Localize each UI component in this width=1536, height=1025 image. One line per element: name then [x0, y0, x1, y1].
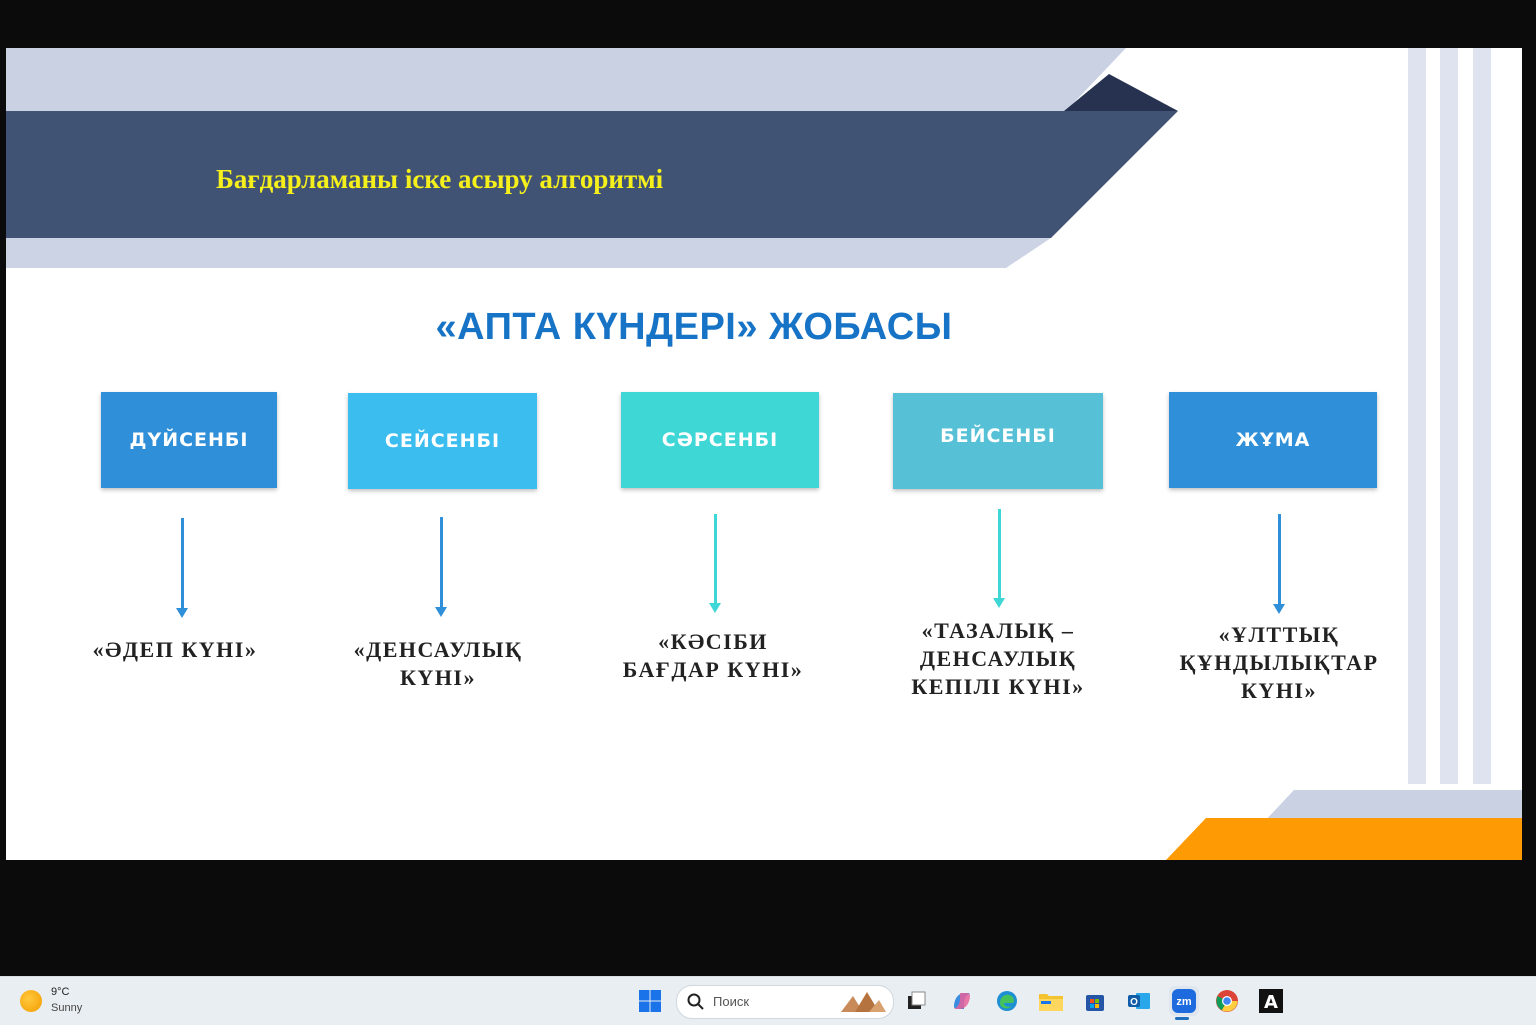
search-highlight-icon	[841, 992, 886, 1012]
search-icon	[687, 993, 704, 1010]
day-box-wednesday: СӘРСЕНБІ	[621, 392, 819, 488]
taskbar: 9°C Sunny Поиск O zm A	[0, 976, 1536, 1025]
search-placeholder: Поиск	[713, 994, 750, 1009]
outlook-icon[interactable]: O	[1125, 987, 1153, 1015]
slide-title: Бағдарламаны іске асыру алгоритмі	[216, 164, 664, 194]
active-app-indicator	[1175, 1017, 1189, 1020]
font-app-icon[interactable]: A	[1257, 987, 1285, 1015]
header-band-bottom	[6, 238, 1051, 268]
day-box-monday: ДҮЙСЕНБІ	[101, 392, 277, 488]
label-wednesday: «КӘСІБИ БАҒДАР КҮНІ»	[622, 629, 804, 682]
zoom-icon[interactable]: zm	[1169, 986, 1199, 1016]
arrow-monday	[176, 518, 188, 618]
label-monday: «ӘДЕП КҮНІ»	[92, 637, 258, 662]
zoom-letters: zm	[1176, 996, 1192, 1008]
outlook-letter: O	[1130, 997, 1138, 1008]
file-explorer-icon[interactable]	[1037, 987, 1065, 1015]
font-app-letter: A	[1264, 992, 1278, 1013]
sun-icon	[20, 990, 42, 1012]
deco-stripe-2	[1440, 48, 1458, 784]
arrow-friday	[1273, 514, 1285, 614]
day-box-tuesday: СЕЙСЕНБІ	[348, 393, 537, 489]
start-icon[interactable]	[636, 987, 664, 1015]
label-friday: «ҰЛТТЫҚ ҚҰНДЫЛЫҚТАР КҮНІ»	[1179, 622, 1379, 703]
header-band-light	[6, 48, 1126, 111]
store-icon[interactable]	[1081, 987, 1109, 1015]
weather-condition: Sunny	[51, 1002, 83, 1014]
edge-icon[interactable]	[993, 987, 1021, 1015]
slide: Бағдарламаны іске асыру алгоритмі «АПТА …	[6, 48, 1522, 860]
task-view-icon[interactable]	[902, 987, 930, 1015]
arrow-tuesday	[435, 517, 447, 617]
deco-stripe-3	[1473, 48, 1491, 784]
search-input[interactable]: Поиск	[676, 985, 894, 1019]
weather-temperature: 9°C	[51, 986, 70, 998]
footer-band-orange	[1166, 818, 1522, 860]
chrome-icon[interactable]	[1213, 987, 1241, 1015]
arrow-thursday	[993, 509, 1005, 608]
arrow-wednesday	[709, 514, 721, 613]
project-title: «АПТА КҮНДЕРІ» ЖОБАСЫ	[435, 306, 953, 348]
weather-widget[interactable]: 9°C Sunny	[18, 985, 138, 1017]
day-box-thursday: БЕЙСЕНБІ	[893, 393, 1103, 489]
label-thursday: «ТАЗАЛЫҚ – ДЕНСАУЛЫҚ КЕПІЛІ КҮНІ»	[911, 618, 1085, 699]
day-box-thursday-label: БЕЙСЕНБІ	[940, 425, 1056, 447]
copilot-icon[interactable]	[948, 987, 976, 1015]
label-tuesday: «ДЕНСАУЛЫҚ КҮНІ»	[353, 637, 523, 690]
day-box-friday: ЖҰМА	[1169, 392, 1377, 488]
deco-stripe-1	[1408, 48, 1426, 784]
